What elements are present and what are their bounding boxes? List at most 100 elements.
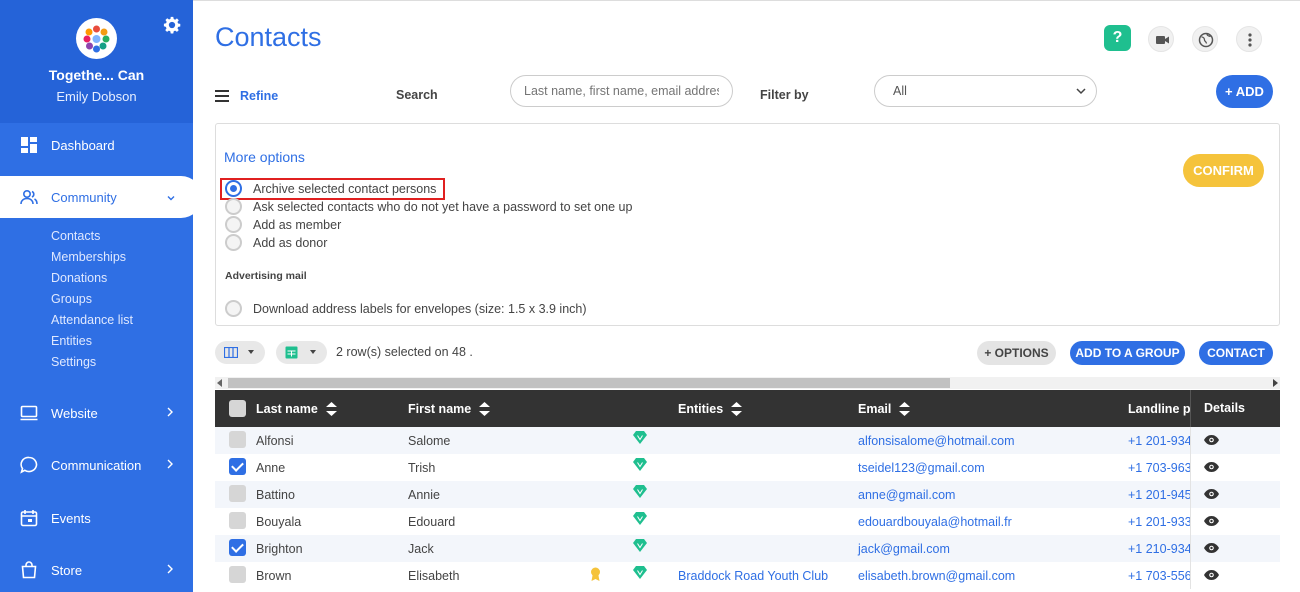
contact-button[interactable]: CONTACT xyxy=(1199,341,1273,365)
video-button[interactable] xyxy=(1148,26,1174,52)
cell-landline[interactable]: +1 201-933 xyxy=(1128,515,1190,529)
table-row[interactable]: Battino Annie anne@gmail.com +1 201-945 xyxy=(215,481,1280,508)
row-checkbox[interactable] xyxy=(229,485,246,502)
table-row[interactable]: Anne Trish tseidel123@gmail.com +1 703-9… xyxy=(215,454,1280,481)
more-vertical-icon xyxy=(1248,33,1252,47)
sidebar-item-dashboard[interactable]: Dashboard xyxy=(0,124,193,166)
cell-email[interactable]: alfonsisalome@hotmail.com xyxy=(858,434,1015,448)
table-row[interactable]: Alfonsi Salome alfonsisalome@hotmail.com… xyxy=(215,427,1280,454)
sidebar-item-communication[interactable]: Communication xyxy=(0,444,193,486)
sidebar-item-community[interactable]: Community xyxy=(0,176,202,218)
sidebar: Togethe... Can Emily Dobson Dashboard Co… xyxy=(0,0,202,592)
sidebar-subitem-memberships[interactable]: Memberships xyxy=(51,250,126,264)
header-entities[interactable]: Entities xyxy=(678,402,743,416)
cell-email[interactable]: jack@gmail.com xyxy=(858,542,950,556)
scroll-left-arrow[interactable] xyxy=(217,379,222,387)
org-name: Togethe... Can xyxy=(48,67,145,83)
search-input[interactable] xyxy=(510,75,733,107)
table-row[interactable]: Brighton Jack jack@gmail.com +1 210-934 xyxy=(215,535,1280,562)
row-checkbox[interactable] xyxy=(229,431,246,448)
eye-icon[interactable] xyxy=(1204,516,1219,526)
language-button[interactable] xyxy=(1192,26,1218,52)
header-first-name[interactable]: First name xyxy=(408,402,491,416)
header-label: Last name xyxy=(256,402,318,416)
cell-last-name: Brown xyxy=(256,569,292,583)
help-button[interactable]: ? xyxy=(1104,25,1131,51)
row-checkbox[interactable] xyxy=(229,458,246,475)
scroll-thumb[interactable] xyxy=(228,378,950,388)
eye-icon[interactable] xyxy=(1204,570,1219,580)
sidebar-subitem-settings[interactable]: Settings xyxy=(51,355,96,369)
filter-select[interactable]: All xyxy=(874,75,1097,107)
radio-ask-password[interactable]: Ask selected contacts who do not yet hav… xyxy=(225,198,632,215)
sidebar-subitem-contacts[interactable]: Contacts xyxy=(51,229,100,243)
cell-landline-wrap: +1 703-556 xyxy=(1128,562,1190,589)
cell-landline[interactable]: +1 210-934 xyxy=(1128,542,1190,556)
row-checkbox[interactable] xyxy=(229,512,246,529)
cell-entity[interactable]: Braddock Road Youth Club xyxy=(678,569,828,583)
hamburger-menu-icon[interactable] xyxy=(215,90,229,102)
header-last-name[interactable]: Last name xyxy=(256,402,337,416)
contacts-table: Last name First name Entities Email Land… xyxy=(215,390,1280,592)
horizontal-scrollbar[interactable] xyxy=(215,377,1280,389)
cell-email[interactable]: tseidel123@gmail.com xyxy=(858,461,985,475)
table-row[interactable]: Brown Elisabeth Braddock Road Youth Club… xyxy=(215,562,1280,589)
cell-landline[interactable]: +1 703-963 xyxy=(1128,461,1190,475)
header-email[interactable]: Email xyxy=(858,402,911,416)
cell-landline[interactable]: +1 201-934 xyxy=(1128,434,1190,448)
chevron-right-icon xyxy=(167,459,173,469)
diamond-icon xyxy=(633,458,647,471)
sidebar-subitem-attendance-list[interactable]: Attendance list xyxy=(51,313,133,327)
sidebar-item-label: Website xyxy=(51,405,98,421)
table-toolbar: 2 row(s) selected on 48 . + OPTIONS ADD … xyxy=(215,340,1280,366)
add-to-group-button[interactable]: ADD TO A GROUP xyxy=(1070,341,1185,365)
add-button[interactable]: + ADD xyxy=(1216,75,1273,108)
cell-email[interactable]: elisabeth.brown@gmail.com xyxy=(858,569,1015,583)
radio-download-labels[interactable]: Download address labels for envelopes (s… xyxy=(225,300,587,317)
sidebar-item-store[interactable]: Store xyxy=(0,549,193,591)
eye-icon[interactable] xyxy=(1204,435,1219,445)
cell-landline[interactable]: +1 703-556 xyxy=(1128,569,1190,583)
export-dropdown[interactable] xyxy=(276,341,327,364)
sidebar-item-website[interactable]: Website xyxy=(0,392,193,434)
scroll-right-arrow[interactable] xyxy=(1273,379,1278,387)
cell-landline[interactable]: +1 201-945 xyxy=(1128,488,1190,502)
spreadsheet-icon xyxy=(285,346,298,359)
radio-add-member[interactable]: Add as member xyxy=(225,216,341,233)
options-button[interactable]: + OPTIONS xyxy=(977,341,1056,365)
eye-icon[interactable] xyxy=(1204,489,1219,499)
select-all-checkbox[interactable] xyxy=(229,400,246,417)
eye-icon[interactable] xyxy=(1204,462,1219,472)
sidebar-subitem-donations[interactable]: Donations xyxy=(51,271,107,285)
table-row[interactable]: Bouyala Edouard edouardbouyala@hotmail.f… xyxy=(215,508,1280,535)
main-content: Contacts ? Refine Search Filter by All +… xyxy=(193,0,1300,592)
row-checkbox[interactable] xyxy=(229,539,246,556)
radio-add-donor[interactable]: Add as donor xyxy=(225,234,327,251)
org-logo[interactable] xyxy=(76,18,117,59)
details-cell xyxy=(1190,427,1280,454)
cell-first-name: Elisabeth xyxy=(408,569,460,583)
options-panel: More options CONFIRM Archive selected co… xyxy=(215,123,1280,326)
header-landline[interactable]: Landline phone xyxy=(1128,402,1190,416)
cell-email[interactable]: edouardbouyala@hotmail.fr xyxy=(858,515,1012,529)
sidebar-header: Togethe... Can Emily Dobson xyxy=(0,0,193,123)
radio-archive-contacts[interactable]: Archive selected contact persons xyxy=(225,180,436,197)
radio-button[interactable] xyxy=(225,198,242,215)
radio-button[interactable] xyxy=(225,216,242,233)
columns-dropdown[interactable] xyxy=(215,341,265,364)
sidebar-subitem-entities[interactable]: Entities xyxy=(51,334,92,348)
radio-button[interactable] xyxy=(225,180,242,197)
cell-landline-wrap: +1 703-963 xyxy=(1128,454,1190,481)
row-checkbox[interactable] xyxy=(229,566,246,583)
confirm-button[interactable]: CONFIRM xyxy=(1183,154,1264,187)
radio-button[interactable] xyxy=(225,234,242,251)
cell-last-name: Brighton xyxy=(256,542,303,556)
radio-button[interactable] xyxy=(225,300,242,317)
sidebar-item-events[interactable]: Events xyxy=(0,497,193,539)
more-menu-button[interactable] xyxy=(1236,26,1262,52)
refine-link[interactable]: Refine xyxy=(240,89,278,103)
eye-icon[interactable] xyxy=(1204,543,1219,553)
gear-icon[interactable] xyxy=(163,16,181,34)
cell-email[interactable]: anne@gmail.com xyxy=(858,488,955,502)
sidebar-subitem-groups[interactable]: Groups xyxy=(51,292,92,306)
